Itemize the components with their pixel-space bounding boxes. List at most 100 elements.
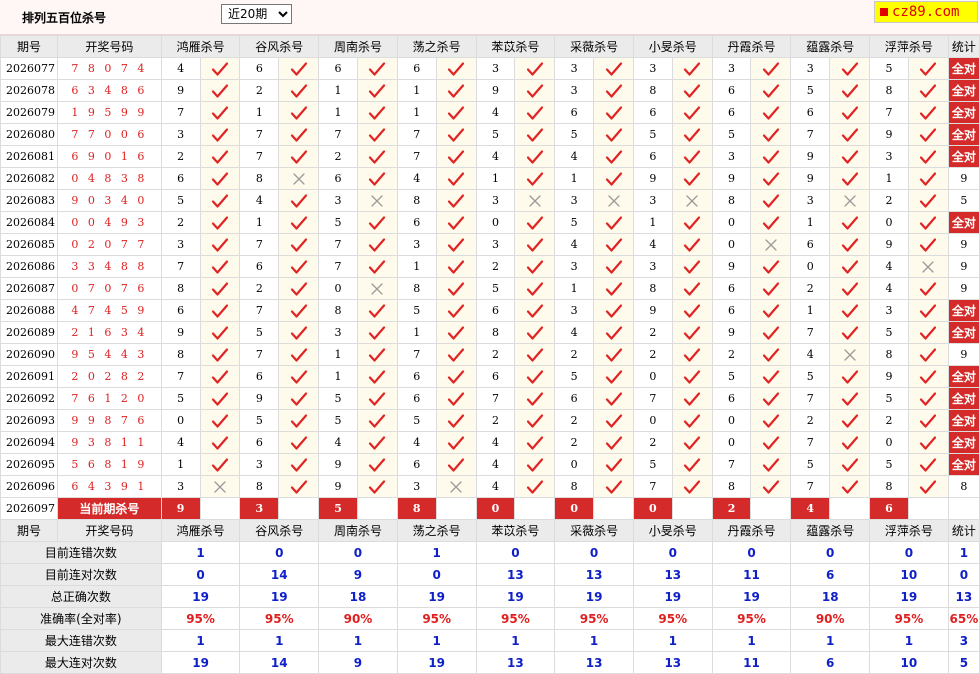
check-icon — [290, 303, 307, 318]
result-mark — [514, 387, 556, 410]
result-mark — [593, 189, 634, 212]
kill-number: 1 — [239, 211, 280, 234]
kill-number: 3 — [632, 189, 673, 212]
stats-value: 0 — [318, 541, 398, 564]
result-mark — [907, 387, 949, 410]
kill-number: 4 — [869, 277, 909, 300]
issue-number: 2026088 — [0, 299, 58, 322]
check-icon — [841, 61, 858, 76]
result-mark — [593, 211, 634, 234]
stats-value: 13 — [947, 585, 980, 608]
check-icon — [684, 259, 701, 274]
stats-value: 6 — [790, 651, 871, 674]
draw-number: 0 0 4 9 3 — [56, 211, 162, 234]
kill-number: 5 — [318, 387, 358, 410]
kill-number: 7 — [239, 233, 280, 256]
draw-number: 9 0 3 4 0 — [56, 189, 162, 212]
kill-number: 8 — [711, 189, 752, 212]
check-icon — [447, 325, 465, 340]
kill-number: 3 — [554, 189, 595, 212]
kill-number: 4 — [160, 57, 201, 80]
result-mark — [278, 167, 320, 190]
cross-icon — [843, 348, 856, 361]
logo-text: cz89.com — [892, 4, 960, 20]
check-icon — [369, 457, 386, 472]
result-mark — [671, 233, 713, 256]
result-mark — [356, 79, 398, 102]
check-icon — [447, 127, 465, 142]
kill-number: 5 — [160, 189, 201, 212]
kill-number: 2 — [790, 409, 831, 432]
stats-value: 6 — [790, 563, 871, 586]
result-mark — [750, 167, 792, 190]
current-kill-number: 6 — [869, 497, 909, 520]
check-icon — [762, 347, 780, 362]
kill-number: 5 — [869, 387, 909, 410]
stats-value: 0 — [554, 541, 634, 564]
result-mark — [907, 343, 949, 366]
check-icon — [369, 149, 386, 164]
kill-number: 7 — [790, 321, 831, 344]
check-icon — [447, 435, 465, 450]
check-icon — [447, 259, 465, 274]
kill-number: 0 — [554, 453, 595, 476]
result-mark — [435, 277, 477, 300]
result-mark — [278, 123, 320, 146]
draw-number: 7 8 0 7 4 — [56, 57, 162, 80]
kill-number: 2 — [711, 343, 752, 366]
result-mark — [907, 409, 949, 432]
table-row: 2026089 2 1 6 3 4 9 5 3 1 8 4 2 9 7 5 全对 — [0, 321, 980, 344]
result-mark — [593, 475, 634, 498]
check-icon — [211, 435, 229, 450]
kill-number: 3 — [554, 79, 595, 102]
result-mark — [593, 123, 634, 146]
table-row: 2026092 7 6 1 2 0 5 9 5 6 7 6 7 6 7 5 全对 — [0, 387, 980, 410]
result-mark — [278, 475, 320, 498]
draw-number: 2 0 2 8 2 — [56, 365, 162, 388]
kill-number: 3 — [554, 299, 595, 322]
result-mark — [829, 321, 871, 344]
check-icon — [762, 61, 780, 76]
check-icon — [762, 281, 780, 296]
check-icon — [290, 347, 307, 362]
result-mark — [593, 343, 634, 366]
cross-icon — [922, 260, 934, 273]
check-icon — [841, 325, 858, 340]
kill-number: 9 — [711, 167, 752, 190]
result-mark — [750, 211, 792, 234]
check-icon — [526, 237, 543, 252]
period-range-select[interactable]: 近20期 — [221, 4, 292, 24]
site-logo[interactable]: cz89.com — [874, 1, 978, 23]
result-mark — [829, 475, 871, 498]
stats-value: 95% — [554, 607, 634, 630]
all-correct-badge: 全对 — [947, 101, 980, 124]
result-mark — [435, 211, 477, 234]
kill-number: 4 — [318, 431, 358, 454]
check-icon — [920, 413, 937, 428]
result-mark — [435, 101, 477, 124]
kill-number: 4 — [396, 431, 437, 454]
check-icon — [290, 149, 307, 164]
result-mark — [278, 299, 320, 322]
check-icon — [684, 391, 701, 406]
result-mark — [278, 145, 320, 168]
kill-number: 1 — [396, 321, 437, 344]
kill-number: 6 — [711, 299, 752, 322]
kill-number: 9 — [869, 123, 909, 146]
result-mark — [907, 453, 949, 476]
result-mark — [593, 101, 634, 124]
issue-number: 2026087 — [0, 277, 58, 300]
check-icon — [290, 325, 307, 340]
table-row: 2026081 6 9 0 1 6 2 7 2 7 4 4 6 3 9 3 全对 — [0, 145, 980, 168]
kill-number: 9 — [869, 233, 909, 256]
result-mark — [671, 211, 713, 234]
check-icon — [526, 281, 543, 296]
stats-value: 0 — [869, 541, 949, 564]
result-mark — [750, 409, 792, 432]
stats-value: 1 — [160, 541, 241, 564]
check-icon — [841, 479, 858, 494]
check-icon — [526, 347, 543, 362]
result-mark — [199, 387, 241, 410]
result-mark — [671, 409, 713, 432]
issue-number: 2026080 — [0, 123, 58, 146]
